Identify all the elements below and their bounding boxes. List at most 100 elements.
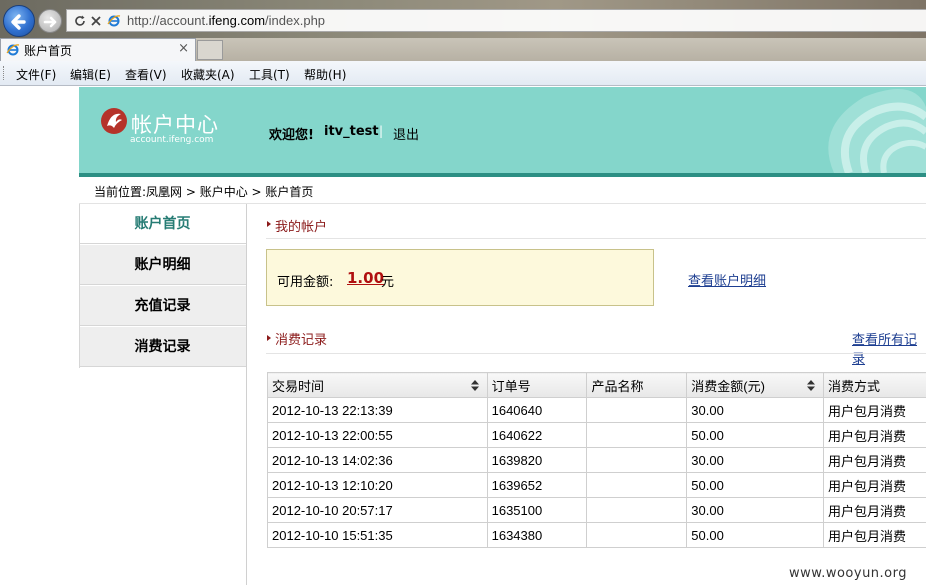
menu-view[interactable]: 查看(V) [125,66,167,83]
sidebar-item-consumption-records[interactable]: 消费记录 [79,327,246,367]
cell-method: 用户包月消费 [823,472,926,498]
balance-value[interactable]: 1.00 [347,269,384,287]
sidebar-right-border [246,204,247,585]
back-arrow-icon [11,14,26,30]
cell-time: 2012-10-13 22:00:55 [267,422,488,448]
url-text: http://account.ifeng.com/index.php [127,13,326,28]
ie-page-icon [6,44,20,56]
balance-unit: 元 [381,275,395,290]
sort-icon[interactable] [470,380,479,391]
ifeng-logo-icon [101,108,127,134]
column-header-payment-method: 消费方式 [823,372,926,398]
ie-logo-icon [107,15,121,27]
column-label: 产品名称 [591,378,644,394]
table-row: 2012-10-10 20:57:17 1635100 30.00 用户包月消费 [267,497,926,523]
column-header-transaction-time[interactable]: 交易时间 [267,372,488,398]
forward-arrow-icon [43,16,57,28]
logout-link[interactable]: 退出 [393,124,419,143]
cell-order: 1639820 [486,447,588,473]
sort-icon[interactable] [807,380,816,391]
view-all-records-link[interactable]: 查看所有记录 [852,329,926,367]
section-arrow-icon [267,335,271,341]
menu-favorites[interactable]: 收藏夹(A) [181,66,235,83]
my-account-title: 我的帐户 [275,220,328,235]
my-account-divider [266,238,926,239]
column-label: 订单号 [491,378,531,394]
welcome-text: 欢迎您! [269,128,314,143]
refresh-icon[interactable] [73,14,87,28]
stop-icon[interactable] [89,14,103,28]
cell-order: 1634380 [486,522,588,548]
consumption-divider [266,353,926,354]
consumption-table: 交易时间 订单号 产品名称 消费金额(元) 消费方式 2012-10-13 22… [267,372,926,548]
cell-order: 1640640 [486,397,588,423]
breadcrumb: 当前位置:凤凰网 > 账户中心 > 账户首页 [94,185,314,199]
section-arrow-icon [267,221,271,227]
username: itv_test [324,124,379,139]
cell-method: 用户包月消费 [823,447,926,473]
cell-time: 2012-10-10 15:51:35 [267,522,488,548]
balance-label: 可用金额: [277,275,334,290]
cell-method: 用户包月消费 [823,397,926,423]
tab-account-home[interactable]: 账户首页 × [0,38,196,61]
sidebar-item-account-home[interactable]: 账户首页 [79,204,246,244]
cell-order: 1635100 [486,497,588,523]
cell-amount: 30.00 [686,497,825,523]
table-row: 2012-10-13 22:00:55 1640622 50.00 用户包月消费 [267,422,926,448]
menu-grip [3,66,6,80]
tab-bar: 账户首页 × [0,38,926,61]
tab-title: 账户首页 [24,44,73,58]
column-header-amount[interactable]: 消费金额(元) [686,372,825,398]
menu-file[interactable]: 文件(F) [16,66,56,83]
cell-amount: 30.00 [686,447,825,473]
balance-panel: 可用金额: 1.00 元 [266,249,654,306]
cell-product [586,397,688,423]
site-header: 帐户中心 account.ifeng.com 欢迎您! itv_test | 退… [79,87,926,173]
cell-time: 2012-10-13 14:02:36 [267,447,488,473]
table-header-row: 交易时间 订单号 产品名称 消费金额(元) 消费方式 [267,372,926,398]
phoenix-decoration-icon [828,89,926,173]
cell-product [586,447,688,473]
menu-bar: 文件(F) 编辑(E) 查看(V) 收藏夹(A) 工具(T) 帮助(H) [0,61,926,86]
menu-edit[interactable]: 编辑(E) [70,66,111,83]
cell-amount: 50.00 [686,522,825,548]
view-account-details-link[interactable]: 查看账户明细 [688,270,766,289]
address-bar-area: http://account.ifeng.com/index.php [0,0,926,38]
tab-close-icon[interactable]: × [178,41,189,56]
column-header-product-name: 产品名称 [586,372,688,398]
cell-time: 2012-10-13 12:10:20 [267,472,488,498]
consumption-records-title: 消费记录 [275,333,328,348]
table-row: 2012-10-10 15:51:35 1634380 50.00 用户包月消费 [267,522,926,548]
column-header-order-number: 订单号 [486,372,588,398]
cell-time: 2012-10-13 22:13:39 [267,397,488,423]
back-button[interactable] [3,5,35,37]
cell-method: 用户包月消费 [823,497,926,523]
menu-help[interactable]: 帮助(H) [304,66,346,83]
forward-button[interactable] [38,9,62,33]
sidebar: 账户首页 账户明细 充值记录 消费记录 [79,204,246,368]
cell-product [586,422,688,448]
cell-order: 1639652 [486,472,588,498]
table-row: 2012-10-13 14:02:36 1639820 30.00 用户包月消费 [267,447,926,473]
logo-subtitle: account.ifeng.com [130,135,214,145]
browser-window: http://account.ifeng.com/index.php 账户首页 … [0,0,926,585]
column-label: 消费方式 [828,378,881,394]
cell-order: 1640622 [486,422,588,448]
cell-amount: 30.00 [686,397,825,423]
cell-method: 用户包月消费 [823,422,926,448]
header-separator: | [379,124,384,138]
menu-tools[interactable]: 工具(T) [249,66,290,83]
sidebar-item-account-details[interactable]: 账户明细 [79,245,246,285]
column-label: 消费金额(元) [691,378,765,394]
table-row: 2012-10-13 22:13:39 1640640 30.00 用户包月消费 [267,397,926,423]
cell-method: 用户包月消费 [823,522,926,548]
cell-time: 2012-10-10 20:57:17 [267,497,488,523]
sidebar-left-border [79,204,80,368]
url-input[interactable]: http://account.ifeng.com/index.php [66,9,926,32]
cell-amount: 50.00 [686,422,825,448]
sidebar-item-recharge-records[interactable]: 充值记录 [79,286,246,326]
header-divider [79,173,926,177]
cell-product [586,472,688,498]
new-tab-button[interactable] [197,40,223,60]
cell-amount: 50.00 [686,472,825,498]
